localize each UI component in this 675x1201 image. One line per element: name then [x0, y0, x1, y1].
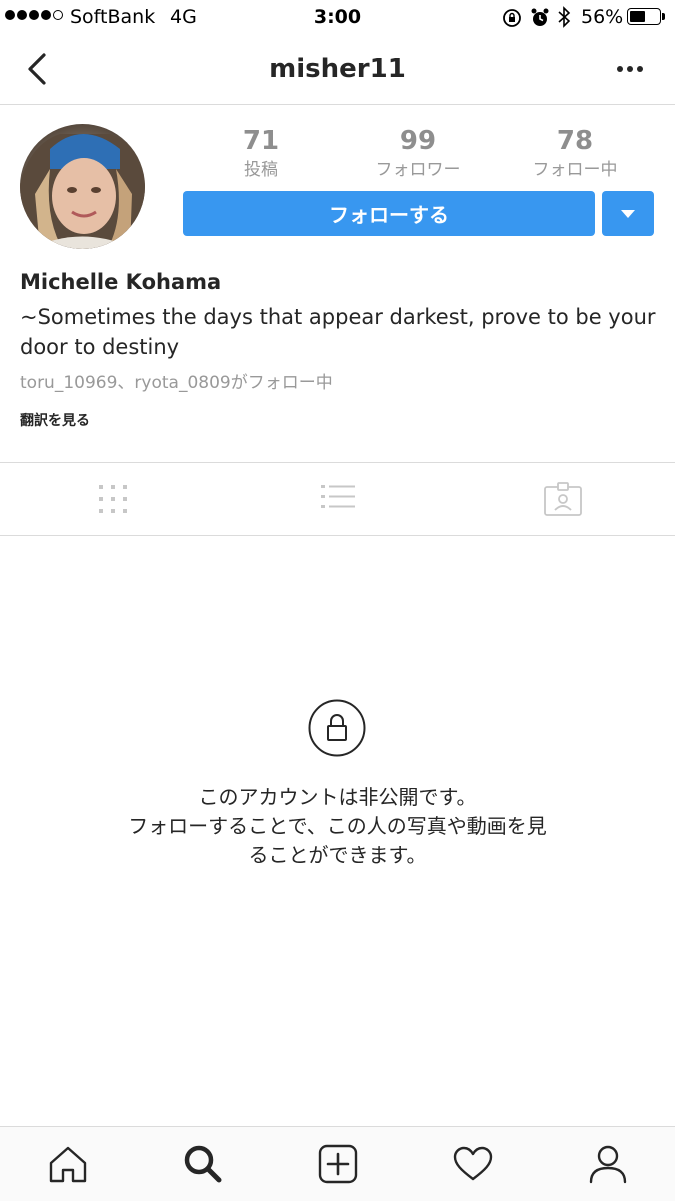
battery-percentage: 56%	[581, 6, 624, 28]
grid-icon	[98, 485, 127, 513]
posts-count: 71	[242, 126, 280, 156]
battery-tip	[662, 13, 665, 20]
following-count[interactable]: 78	[505, 126, 645, 156]
nav-bar: misher11	[0, 34, 675, 105]
followers-count[interactable]: 99	[348, 126, 488, 156]
add-icon	[318, 1144, 357, 1184]
tab-search[interactable]	[135, 1127, 270, 1201]
home-icon	[49, 1146, 86, 1183]
following-label[interactable]: フォロー中	[505, 155, 645, 180]
tab-list[interactable]	[225, 463, 450, 535]
search-icon	[184, 1145, 221, 1183]
rotation-lock-icon	[503, 9, 521, 27]
follow-button[interactable]: フォローする	[183, 191, 595, 236]
suggestions-dropdown-button[interactable]	[602, 191, 654, 236]
tab-grid[interactable]	[0, 463, 225, 535]
tab-profile[interactable]	[540, 1127, 675, 1201]
clock: 3:00	[313, 6, 362, 28]
followed-by[interactable]: toru_10969、ryota_0809がフォロー中	[20, 368, 333, 393]
profile-name: Michelle Kohama	[20, 270, 222, 294]
caret-down-icon	[621, 209, 635, 218]
tab-activity[interactable]	[405, 1127, 540, 1201]
bottom-tab-bar	[0, 1126, 675, 1201]
tagged-icon	[543, 482, 582, 516]
heart-icon	[453, 1146, 492, 1181]
private-account-message: このアカウントは非公開です。 フォローすることで、この人の写真や動画を見 ること…	[0, 783, 675, 870]
followers-label[interactable]: フォロワー	[348, 155, 488, 180]
posts-label: 投稿	[244, 160, 278, 180]
battery-icon	[627, 8, 661, 25]
bluetooth-icon	[558, 6, 571, 28]
profile-bio: ~Sometimes the days that appear darkest,…	[20, 305, 656, 359]
page-title: misher11	[269, 54, 406, 84]
alarm-icon	[531, 8, 549, 26]
tab-tagged[interactable]	[450, 463, 675, 535]
private-line-3: ることができます。	[248, 843, 427, 867]
tab-add[interactable]	[270, 1127, 405, 1201]
private-line-2: フォローすることで、この人の写真や動画を見	[128, 814, 547, 838]
lock-icon	[308, 699, 366, 757]
private-line-1: このアカウントは非公開です。	[198, 785, 477, 809]
more-icon[interactable]	[616, 62, 644, 76]
avatar	[20, 124, 145, 249]
profile-tabs	[0, 462, 675, 536]
tab-home[interactable]	[0, 1127, 135, 1201]
list-icon	[320, 485, 355, 508]
profile-icon	[589, 1145, 626, 1184]
status-bar: SoftBank 4G 3:00 56%	[0, 0, 675, 34]
see-translation-link[interactable]: 翻訳を見る	[20, 410, 90, 430]
